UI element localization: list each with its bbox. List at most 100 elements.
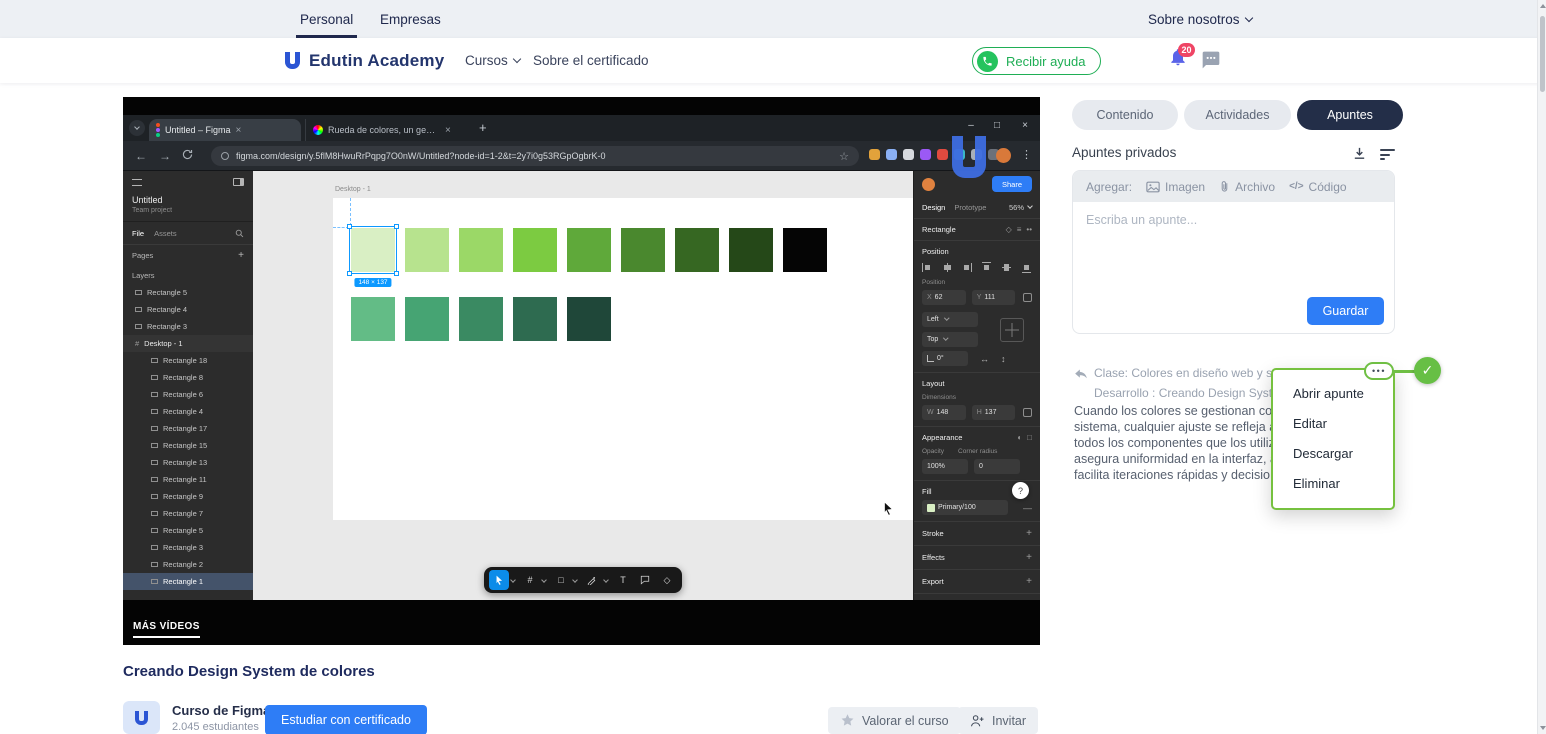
figma-layer-desktop-1: # Desktop - 1 xyxy=(123,335,253,352)
text-tool-icon: T xyxy=(613,570,633,590)
figma-layer-rectangle-7: Rectangle 7 xyxy=(123,505,253,522)
scroll-up-arrow-icon[interactable] xyxy=(1540,4,1546,8)
rectangle-icon xyxy=(135,324,142,329)
figma-layer-rectangle-5: Rectangle 5 xyxy=(123,284,253,301)
page-scrollbar[interactable] xyxy=(1537,0,1546,734)
align-top-icon xyxy=(981,262,992,273)
minimize-window-icon: – xyxy=(963,120,979,131)
collaborator-avatar xyxy=(922,178,935,191)
paperclip-icon xyxy=(1219,180,1230,193)
note-options-button[interactable]: ••• xyxy=(1364,362,1394,380)
tab-actividades[interactable]: Actividades xyxy=(1184,100,1291,130)
composer-body xyxy=(1073,202,1394,299)
browser-tab-bar: Untitled – Figma × Rueda de colores, un … xyxy=(123,115,1040,141)
site-header: Edutin Academy Cursos Sobre el certifica… xyxy=(0,38,1546,83)
note-input[interactable] xyxy=(1086,213,1381,283)
top-level-layers: Rectangle 5Rectangle 4Rectangle 3 xyxy=(123,284,253,335)
rate-course-button[interactable]: Valorar el curso xyxy=(828,707,961,734)
color-swatch xyxy=(567,228,611,272)
y-position-field: Y111 xyxy=(972,290,1016,305)
attach-image-button[interactable]: Imagen xyxy=(1146,180,1205,194)
corner-radius-field: 0 xyxy=(974,459,1020,474)
attach-file-button[interactable]: Archivo xyxy=(1219,180,1275,194)
new-tab-button: + xyxy=(479,120,487,135)
close-tab-icon: × xyxy=(445,125,451,136)
save-note-button[interactable]: Guardar xyxy=(1307,297,1384,325)
color-swatch xyxy=(459,297,503,341)
invite-button[interactable]: Invitar xyxy=(958,707,1038,734)
figma-inspector-panel: Share Design Prototype 56% Rectangle ◇≡•… xyxy=(913,171,1040,600)
remove-fill-icon: — xyxy=(1023,503,1032,513)
maximize-window-icon: □ xyxy=(989,120,1005,131)
figma-app: Untitled Team project File Assets Pages+… xyxy=(123,171,1040,600)
tab-file: File xyxy=(132,229,144,238)
site-info-icon xyxy=(221,152,229,160)
tab-apuntes[interactable]: Apuntes xyxy=(1297,100,1403,130)
export-section: Export+ xyxy=(914,570,1040,594)
figma-canvas: Desktop - 1 148 × 137 xyxy=(253,171,913,600)
horizontal-constraint-select: Left xyxy=(922,312,978,327)
figma-project-name: Team project xyxy=(132,207,244,214)
attach-code-button[interactable]: </> Código xyxy=(1289,180,1347,194)
scroll-down-arrow-icon[interactable] xyxy=(1540,726,1546,730)
figma-layer-rectangle-9: Rectangle 9 xyxy=(123,488,253,505)
chevron-down-icon xyxy=(1027,203,1033,209)
align-right-icon xyxy=(962,262,973,273)
selected-object-name: Rectangle xyxy=(922,225,956,234)
frame-tool-icon: # xyxy=(520,570,540,590)
browser-extension-icon xyxy=(869,149,880,160)
selection-size-badge: 148 × 137 xyxy=(354,278,391,287)
zoom-level: 56% xyxy=(1009,203,1032,212)
notifications-button[interactable]: 20 xyxy=(1168,46,1192,72)
menu-item-abrir-apunte[interactable]: Abrir apunte xyxy=(1273,379,1393,409)
brand-logo[interactable]: Edutin Academy xyxy=(285,38,444,83)
height-field: H137 xyxy=(972,405,1016,420)
menu-item-eliminar[interactable]: Eliminar xyxy=(1273,469,1393,499)
color-wheel-icon xyxy=(313,125,323,135)
note-composer: Agregar: Imagen Archivo </> Código Guard… xyxy=(1072,170,1395,334)
more-videos-tab[interactable]: MÁS VÍDEOS xyxy=(133,621,200,638)
rectangle-icon xyxy=(151,562,158,567)
measure-guide xyxy=(350,198,351,226)
pen-tool-icon xyxy=(582,570,602,590)
align-bottom-icon xyxy=(1021,262,1032,273)
filter-notes-button[interactable] xyxy=(1380,149,1395,160)
messages-button[interactable] xyxy=(1201,50,1221,75)
constraints-crosshair-icon xyxy=(1000,318,1024,342)
menu-item-descargar[interactable]: Descargar xyxy=(1273,439,1393,469)
shape-tool-icon: □ xyxy=(551,570,571,590)
study-with-certificate-button[interactable]: Estudiar con certificado xyxy=(265,705,427,734)
scrollbar-thumb[interactable] xyxy=(1540,16,1545,92)
search-icon xyxy=(235,229,244,238)
color-swatch xyxy=(621,228,665,272)
tab-personal[interactable]: Personal xyxy=(296,0,357,38)
help-button[interactable]: Recibir ayuda xyxy=(972,47,1101,75)
chat-bubble-icon xyxy=(1201,50,1221,70)
edutin-watermark-icon xyxy=(952,136,986,178)
rectangle-icon xyxy=(151,511,158,516)
page-url: figma.com/design/y.5flM8HwuRrPqpg7O0nW/U… xyxy=(236,151,832,161)
nav-cursos[interactable]: Cursos xyxy=(465,38,520,83)
browser-extension-icon xyxy=(903,149,914,160)
color-swatch xyxy=(351,297,395,341)
forward-icon: → xyxy=(159,149,171,163)
rectangle-icon xyxy=(151,409,158,414)
corner-options-icon: □ xyxy=(1027,434,1032,442)
figma-layer-rectangle-3: Rectangle 3 xyxy=(123,318,253,335)
figma-layer-rectangle-15: Rectangle 15 xyxy=(123,437,253,454)
tab-empresas[interactable]: Empresas xyxy=(376,0,445,38)
align-left-icon xyxy=(922,262,933,273)
nav-certificado[interactable]: Sobre el certificado xyxy=(533,38,649,83)
tab-contenido[interactable]: Contenido xyxy=(1072,100,1178,130)
comment-tool-icon xyxy=(635,570,655,590)
download-notes-button[interactable] xyxy=(1352,146,1367,166)
align-center-v-icon xyxy=(1001,262,1012,273)
menu-item-editar[interactable]: Editar xyxy=(1273,409,1393,439)
figma-layer-rectangle-18: Rectangle 18 xyxy=(123,352,253,369)
about-us-menu[interactable]: Sobre nosotros xyxy=(1148,0,1252,38)
add-effect-icon: + xyxy=(1026,552,1032,563)
frame-label: Desktop - 1 xyxy=(335,186,371,193)
browser-extension-icon xyxy=(937,149,948,160)
link-icon xyxy=(1023,408,1032,417)
video-player[interactable]: Untitled – Figma × Rueda de colores, un … xyxy=(123,97,1040,645)
